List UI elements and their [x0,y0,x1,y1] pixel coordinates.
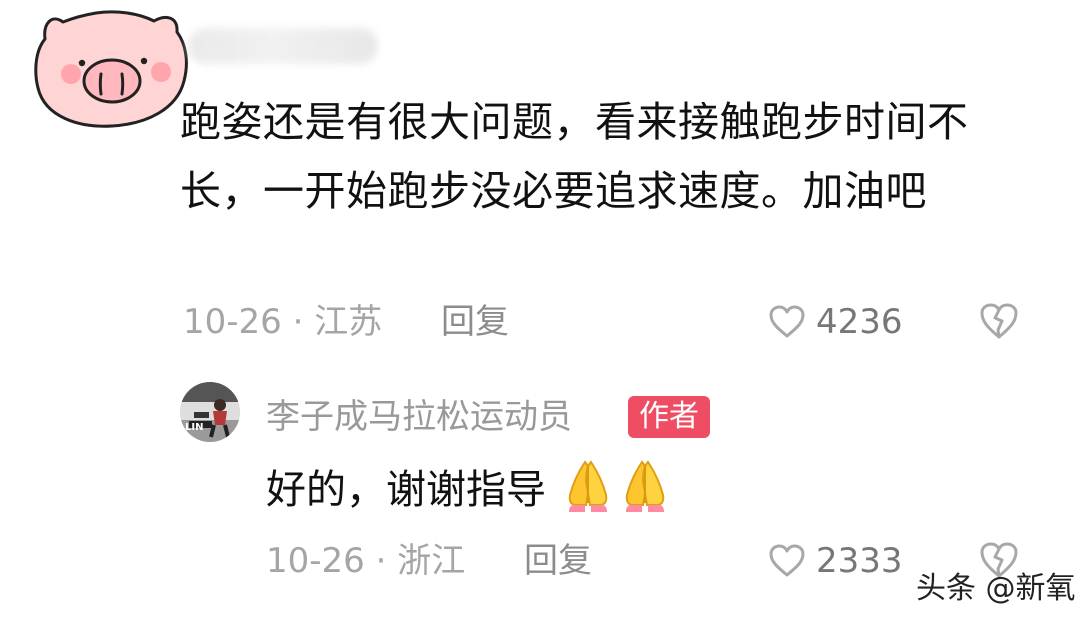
reply-text: 好的，谢谢指导 [266,456,672,521]
pig-avatar-icon[interactable] [28,5,194,130]
heart-outline-icon [769,544,805,577]
reply-emoji-group [561,456,672,514]
blurred-username [188,28,378,64]
watermark: 头条 @新氧 [916,571,1076,606]
author-avatar[interactable]: LIN [180,382,240,442]
comment-like-count: 4236 [816,302,903,342]
svg-text:LIN: LIN [185,422,203,433]
reply-meta-separator: · [375,541,387,581]
reply-date: 10-26 [266,541,365,581]
reply-author-name[interactable]: 李子成马拉松运动员 [266,395,572,439]
reply-location: 浙江 [397,541,466,581]
comment-text: 跑姿还是有很大问题，看来接触跑步时间不长，一开始跑步没必要追求速度。加油吧 [180,98,969,215]
comment-date: 10-26 [183,302,282,342]
comment-meta: 10-26 · 江苏 回复 [183,300,509,344]
reply-like-count: 2333 [816,541,903,581]
comment-location: 江苏 [314,302,383,342]
reply-like-button[interactable]: 2333 [768,539,903,583]
comment-like-button[interactable]: 4236 [768,300,903,344]
reply-meta: 10-26 · 浙江 回复 [266,539,592,583]
folded-hands-icon [625,460,664,512]
reply-reply-button[interactable]: 回复 [524,541,592,581]
author-badge: 作者 [628,396,710,438]
heart-outline-icon [769,305,805,338]
comment-reply-button[interactable]: 回复 [441,302,509,342]
comment-screenshot: 跑姿还是有很大问题，看来接触跑步时间不长，一开始跑步没必要追求速度。加油吧 10… [0,0,1080,621]
reply-message: 好的，谢谢指导 [266,467,546,513]
comment-meta-separator: · [292,302,304,342]
folded-hands-icon [568,460,607,512]
broken-heart-icon[interactable] [978,302,1020,340]
